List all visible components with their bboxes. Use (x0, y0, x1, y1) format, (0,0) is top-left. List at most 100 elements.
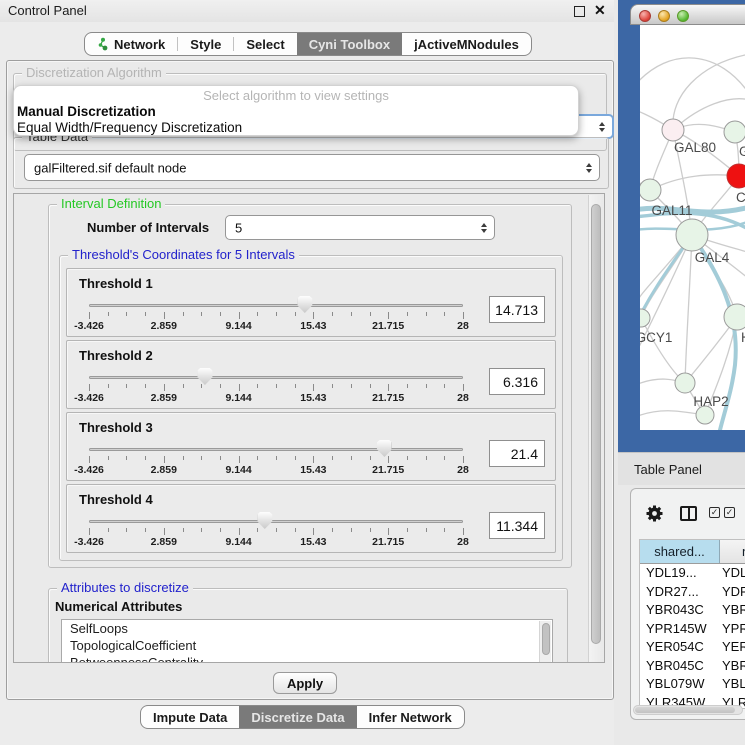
slider-thumb[interactable] (297, 296, 312, 313)
threshold-value-field[interactable]: 11.344 (489, 512, 545, 539)
thresholds-container: Threshold 1-3.4262.8599.14415.4321.71528… (66, 268, 556, 556)
slider-tick-label: -3.426 (74, 320, 104, 332)
threshold-slider[interactable]: -3.4262.8599.14415.4321.71528 (89, 364, 463, 406)
network-view-canvas[interactable]: GAL80GCGAL11GAL4GCY1HHAP2 (640, 25, 745, 430)
settings-vertical-scrollbar[interactable] (588, 195, 603, 663)
threshold-slider[interactable]: -3.4262.8599.14415.4321.71528 (89, 508, 463, 550)
cell-shared-name[interactable]: YBR045C (640, 657, 720, 676)
network-node-top_right[interactable] (724, 121, 745, 143)
window-minimize-light-icon[interactable] (658, 10, 670, 22)
table-row[interactable]: YDR27...YDR2 (640, 583, 745, 602)
tab-style[interactable]: Style (178, 33, 233, 55)
table-horizontal-scrollbar[interactable] (633, 705, 743, 715)
cell-shared-name[interactable]: YDL19... (640, 564, 720, 583)
cell-name[interactable]: YBL0 (720, 675, 745, 694)
table-data-combobox[interactable]: galFiltered.sif default node (24, 154, 600, 181)
cell-name[interactable]: YDL1 (720, 564, 745, 583)
window-close-light-icon[interactable] (639, 10, 651, 22)
threshold-value-field[interactable]: 14.713 (489, 296, 545, 323)
scrollbar-thumb[interactable] (635, 707, 735, 713)
slider-tick-label: 2.859 (151, 392, 177, 404)
network-window-titlebar[interactable] (630, 4, 745, 25)
apply-button[interactable]: Apply (273, 672, 337, 694)
gear-icon[interactable] (645, 504, 664, 528)
cell-name[interactable]: YPR1 (720, 620, 745, 639)
tab-cyni-toolbox[interactable]: Cyni Toolbox (297, 33, 402, 55)
cell-shared-name[interactable]: YER054C (640, 638, 720, 657)
cell-name[interactable]: YER0 (720, 638, 745, 657)
network-node-hap2[interactable] (675, 373, 695, 393)
thresholds-coordinates-group: Threshold's Coordinates for 5 Intervals … (59, 255, 563, 561)
cell-name[interactable]: YBR0 (720, 601, 745, 620)
tab-discretize-data[interactable]: Discretize Data (239, 706, 356, 728)
slider-track[interactable] (89, 376, 463, 379)
threshold-slider[interactable]: -3.4262.8599.14415.4321.71528 (89, 436, 463, 478)
settings-scrollpane: Interval Definition Number of Intervals … (13, 193, 605, 663)
slider-tick-label: 28 (457, 536, 469, 548)
column-header-shared-name[interactable]: shared... (640, 540, 720, 563)
network-node-gcy1[interactable] (640, 309, 650, 327)
table-row[interactable]: YBR045CYBR0 (640, 657, 745, 676)
slider-tick-label: -3.426 (74, 464, 104, 476)
cell-shared-name[interactable]: YBR043C (640, 601, 720, 620)
tab-jactivemnodules[interactable]: jActiveMNodules (402, 33, 531, 55)
close-icon[interactable]: ✕ (594, 2, 606, 19)
tab-infer-network[interactable]: Infer Network (357, 706, 464, 728)
tab-network-label: Network (114, 37, 165, 52)
threshold-label: Threshold 4 (79, 492, 555, 507)
table-panel-titlebar: Table Panel (618, 452, 745, 485)
table-row[interactable]: YBR043CYBR0 (640, 601, 745, 620)
checkbox-icon[interactable]: ✓ (724, 507, 735, 518)
tab-select[interactable]: Select (234, 33, 296, 55)
slider-thumb[interactable] (197, 368, 212, 385)
attribute-list-item[interactable]: BetweennessCentrality (62, 654, 552, 663)
threshold-value-field[interactable]: 6.316 (489, 368, 545, 395)
network-icon (97, 37, 109, 51)
threshold-value-field[interactable]: 21.4 (489, 440, 545, 467)
window-zoom-light-icon[interactable] (677, 10, 689, 22)
dropdown-placeholder: Select algorithm to view settings (14, 87, 578, 104)
network-node-gal11[interactable] (640, 179, 661, 201)
threshold-slider[interactable]: -3.4262.8599.14415.4321.71528 (89, 292, 463, 334)
attribute-list-item[interactable]: SelfLoops (62, 620, 552, 637)
dropdown-option-manual-discretization[interactable]: Manual Discretization (14, 104, 578, 120)
network-node-h_node[interactable] (724, 304, 745, 330)
network-node-gal4[interactable] (676, 219, 708, 251)
column-header-name[interactable]: n (720, 540, 745, 563)
table-row[interactable]: YER054CYER0 (640, 638, 745, 657)
slider-tick-label: 9.144 (225, 320, 251, 332)
slider-track[interactable] (89, 520, 463, 523)
cell-shared-name[interactable]: YBL079W (640, 675, 720, 694)
interval-definition-group: Interval Definition Number of Intervals … (48, 204, 572, 568)
slider-thumb[interactable] (257, 512, 272, 529)
network-node-gal80[interactable] (662, 119, 684, 141)
node-label-hap2: HAP2 (693, 394, 728, 409)
tab-impute-data[interactable]: Impute Data (141, 706, 239, 728)
scrollbar-thumb[interactable] (591, 204, 601, 644)
table-panel: ✓ ✓ shared... n YDL19...YDL1YDR27...YDR2… (630, 488, 745, 720)
slider-track[interactable] (89, 304, 463, 307)
table-data-value: galFiltered.sif default node (34, 160, 186, 175)
attribute-list-item[interactable]: TopologicalCoefficient (62, 637, 552, 654)
dropdown-option-equal-width[interactable]: Equal Width/Frequency Discretization (14, 120, 578, 136)
number-of-intervals-combobox[interactable]: 5 (225, 215, 495, 240)
slider-tick-label: 28 (457, 320, 469, 332)
numerical-attributes-list[interactable]: SelfLoopsTopologicalCoefficientBetweenne… (61, 619, 553, 663)
threshold-label: Threshold 2 (79, 348, 555, 363)
table-row[interactable]: YBL079WYBL0 (640, 675, 745, 694)
cell-shared-name[interactable]: YPR145W (640, 620, 720, 639)
cell-shared-name[interactable]: YDR27... (640, 583, 720, 602)
checkbox-icon[interactable]: ✓ (709, 507, 720, 518)
slider-thumb[interactable] (377, 440, 392, 457)
table-row[interactable]: YPR145WYPR1 (640, 620, 745, 639)
tab-network[interactable]: Network (85, 33, 177, 55)
slider-track[interactable] (89, 448, 463, 451)
thresholds-coordinates-label: Threshold's Coordinates for 5 Intervals (68, 247, 299, 262)
discretization-algorithm-label: Discretization Algorithm (22, 65, 166, 80)
table-row[interactable]: YDL19...YDL1 (640, 564, 745, 583)
cell-name[interactable]: YDR2 (720, 583, 745, 602)
attributes-list-scrollbar[interactable] (539, 621, 551, 663)
cell-name[interactable]: YBR0 (720, 657, 745, 676)
float-window-icon[interactable] (574, 6, 585, 17)
columns-layout-icon[interactable] (680, 506, 697, 521)
